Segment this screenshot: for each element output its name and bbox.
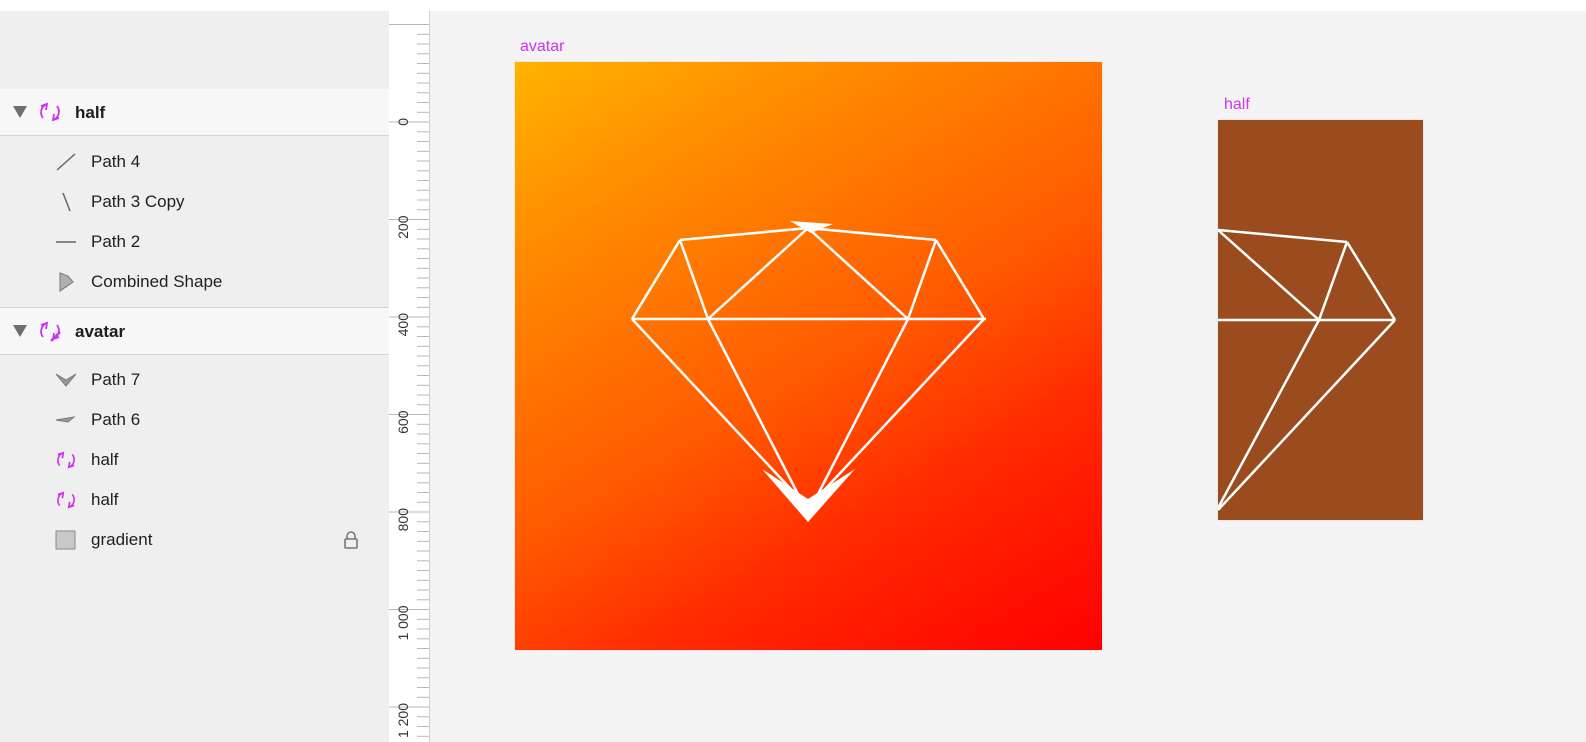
shape-icon — [59, 272, 74, 292]
rectangle-icon — [55, 530, 76, 550]
ruler-label: 800 — [395, 508, 411, 532]
layer-row-combined-shape[interactable]: Combined Shape — [0, 262, 389, 302]
backslash-line-icon — [62, 192, 71, 212]
layer-row-path-6[interactable]: Path 6 — [0, 400, 389, 440]
layer-row-path-3-copy[interactable]: Path 3 Copy — [0, 182, 389, 222]
layer-group-avatar[interactable]: avatar — [0, 307, 389, 355]
artboard-label-half[interactable]: half — [1224, 96, 1250, 114]
layer-label: Combined Shape — [91, 272, 223, 291]
disclosure-triangle-icon[interactable] — [13, 325, 27, 337]
symbol-icon — [40, 321, 61, 342]
layer-row-half-symbol-1[interactable]: half — [0, 440, 389, 480]
symbol-icon — [57, 491, 75, 509]
disclosure-triangle-icon[interactable] — [13, 106, 27, 118]
symbol-icon — [40, 102, 60, 122]
ruler-ticks: 0 200 400 600 800 1 000 1 200 — [389, 24, 429, 738]
ruler-label: 400 — [395, 313, 411, 337]
vertical-ruler[interactable]: 0 200 400 600 800 1 000 1 200 — [389, 11, 430, 742]
ruler-label: 0 — [395, 118, 411, 126]
chevron-shape-icon — [55, 373, 77, 387]
layer-label: Path 6 — [91, 410, 141, 429]
layer-group-half[interactable]: half — [0, 89, 389, 136]
symbol-icon — [57, 451, 75, 469]
layer-group-label: half — [75, 103, 106, 122]
layers-panel: half Path 4 Path 3 Copy Path 2 Combined … — [0, 11, 390, 742]
layer-label: Path 7 — [91, 370, 141, 389]
diamond-logo — [630, 221, 986, 522]
ruler-label: 600 — [395, 410, 411, 434]
layer-row-path-4[interactable]: Path 4 — [0, 142, 389, 182]
layer-group-label: avatar — [75, 322, 126, 341]
top-strip — [0, 0, 1586, 11]
diagonal-line-icon — [56, 153, 76, 171]
ruler-label: 1 000 — [395, 605, 411, 640]
panel-header-area — [0, 11, 389, 90]
lock-icon[interactable] — [343, 530, 359, 550]
half-diamond-shape — [1218, 228, 1397, 511]
layer-row-half-symbol-2[interactable]: half — [0, 480, 389, 520]
artboard-label-avatar[interactable]: avatar — [520, 38, 564, 56]
artboard-avatar[interactable] — [515, 62, 1102, 650]
layer-row-path-2[interactable]: Path 2 — [0, 222, 389, 262]
layer-label: Path 3 Copy — [91, 192, 185, 211]
layer-label: half — [91, 450, 119, 469]
layer-label: Path 2 — [91, 232, 141, 251]
layer-row-path-7[interactable]: Path 7 — [0, 360, 389, 400]
layer-label: gradient — [91, 530, 153, 549]
layer-label: Path 4 — [91, 152, 141, 171]
small-shape-icon — [55, 416, 76, 423]
layer-label: half — [91, 490, 119, 509]
artboard-half[interactable] — [1218, 120, 1423, 520]
horizontal-line-icon — [56, 241, 76, 243]
ruler-label: 1 200 — [395, 703, 411, 738]
ruler-label: 200 — [395, 215, 411, 239]
layer-row-gradient[interactable]: gradient — [0, 520, 389, 560]
